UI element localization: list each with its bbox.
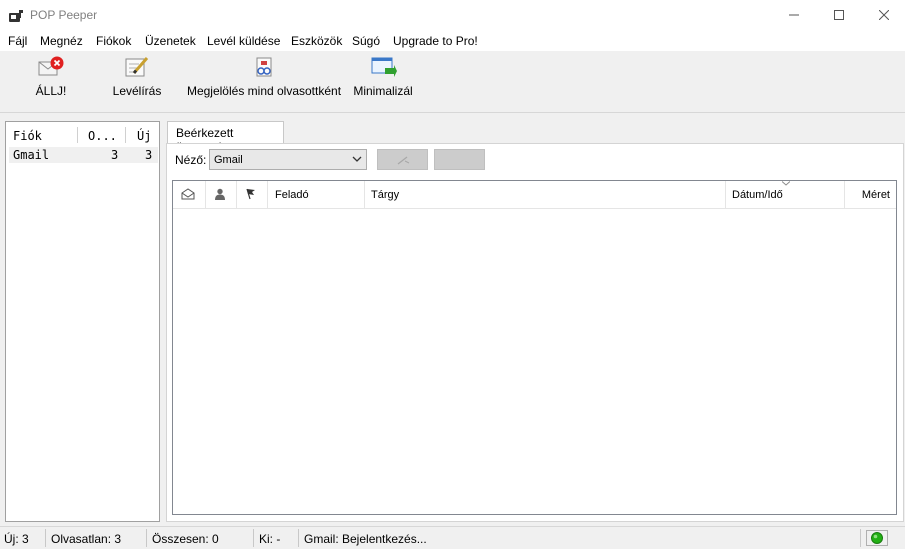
mark-all-read-label: Megjelölés mind olvasottként (186, 84, 342, 98)
accounts-header: Fiók O... Új (9, 125, 158, 145)
menu-tools[interactable]: Eszközök (291, 34, 342, 48)
message-list-header: Feladó Tárgy Dátum/Idő Méret (173, 181, 896, 209)
mark-all-read-button[interactable]: Megjelölés mind olvasottként (186, 55, 342, 107)
account-name: Gmail (13, 148, 50, 162)
menu-help[interactable]: Súgó (352, 34, 380, 48)
pop-peeper-app-icon (9, 10, 23, 22)
date-column-label: Dátum/Idő (732, 189, 783, 201)
minimize-label: Minimalizál (353, 84, 413, 98)
envelope-icon (181, 188, 195, 200)
maximize-icon (834, 10, 844, 20)
menu-view[interactable]: Megnéz (40, 34, 83, 48)
column-separator (77, 127, 78, 143)
size-column-label: Méret (861, 189, 890, 201)
minimize-to-tray-button[interactable]: Minimalizál (352, 55, 414, 107)
account-column-header[interactable]: Fiók (13, 129, 42, 143)
message-list[interactable]: Feladó Tárgy Dátum/Idő Méret (172, 180, 897, 515)
minimize-window-button[interactable] (771, 0, 817, 31)
contact-column-header[interactable] (206, 181, 236, 208)
viewer-blank-button[interactable] (434, 149, 485, 170)
compose-label: Levélírás (112, 84, 162, 98)
close-icon (879, 10, 889, 20)
menu-send-mail[interactable]: Levél küldése (207, 34, 280, 48)
status-outgoing: Ki: - (259, 532, 281, 546)
from-column-header[interactable]: Feladó (268, 181, 364, 208)
wand-icon (397, 156, 410, 165)
title-bar: POP Peeper (0, 0, 905, 31)
sort-descending-icon (782, 181, 790, 186)
viewer-dropdown[interactable]: Gmail (209, 149, 367, 170)
status-total-count: Összesen: 0 (152, 532, 219, 546)
status-bar: Új: 3 Olvasatlan: 3 Összesen: 0 Ki: - Gm… (0, 526, 905, 549)
toolbar: ÁLLJ! Levélírás Megjelölés mind olvasott… (0, 51, 905, 113)
account-new-count: 3 (145, 148, 153, 162)
new-column-header[interactable]: Új (137, 129, 151, 143)
menu-file[interactable]: Fájl (8, 34, 27, 48)
green-status-light-icon (871, 532, 883, 544)
person-icon (215, 188, 225, 200)
date-column-header[interactable]: Dátum/Idő (726, 181, 844, 208)
chevron-down-icon (352, 156, 362, 162)
column-separator (125, 127, 126, 143)
status-column-header[interactable] (173, 181, 205, 208)
subject-column-label: Tárgy (371, 189, 400, 201)
connection-indicator (866, 530, 888, 546)
unread-column-header[interactable]: O... (88, 129, 117, 143)
tab-inbox[interactable]: Beérkezett üzenetek (167, 121, 284, 154)
menu-messages[interactable]: Üzenetek (145, 34, 196, 48)
account-unread-count: 3 (111, 148, 119, 162)
close-window-button[interactable] (861, 0, 905, 31)
compose-button[interactable]: Levélírás (111, 55, 163, 107)
flag-column-header[interactable] (237, 181, 267, 208)
size-column-header[interactable]: Méret (845, 181, 896, 208)
account-row-gmail[interactable]: Gmail 3 3 (9, 147, 158, 163)
accounts-panel: Fiók O... Új Gmail 3 3 (5, 121, 160, 522)
menu-bar: Fájl Megnéz Fiókok Üzenetek Levél küldés… (0, 31, 905, 51)
subject-column-header[interactable]: Tárgy (365, 181, 725, 208)
status-new-count: Új: 3 (4, 532, 29, 546)
menu-upgrade[interactable]: Upgrade to Pro! (393, 34, 478, 48)
viewer-tool-button[interactable] (377, 149, 428, 170)
maximize-window-button[interactable] (816, 0, 862, 31)
minimize-tray-icon (371, 57, 397, 77)
from-column-label: Feladó (275, 189, 309, 201)
status-unread-count: Olvasatlan: 3 (51, 532, 122, 546)
mark-read-icon (256, 57, 272, 77)
stop-label: ÁLLJ! (35, 84, 67, 98)
stop-button[interactable]: ÁLLJ! (30, 55, 72, 107)
minimize-icon (789, 14, 799, 16)
stop-mail-icon (38, 56, 64, 76)
window-title: POP Peeper (30, 8, 98, 22)
viewer-label: Néző: (175, 153, 207, 167)
status-message: Gmail: Bejelentkezés... (304, 532, 427, 546)
compose-icon (125, 57, 149, 77)
flag-icon (246, 188, 255, 200)
menu-accounts[interactable]: Fiókok (96, 34, 131, 48)
viewer-selected-value: Gmail (214, 154, 243, 166)
